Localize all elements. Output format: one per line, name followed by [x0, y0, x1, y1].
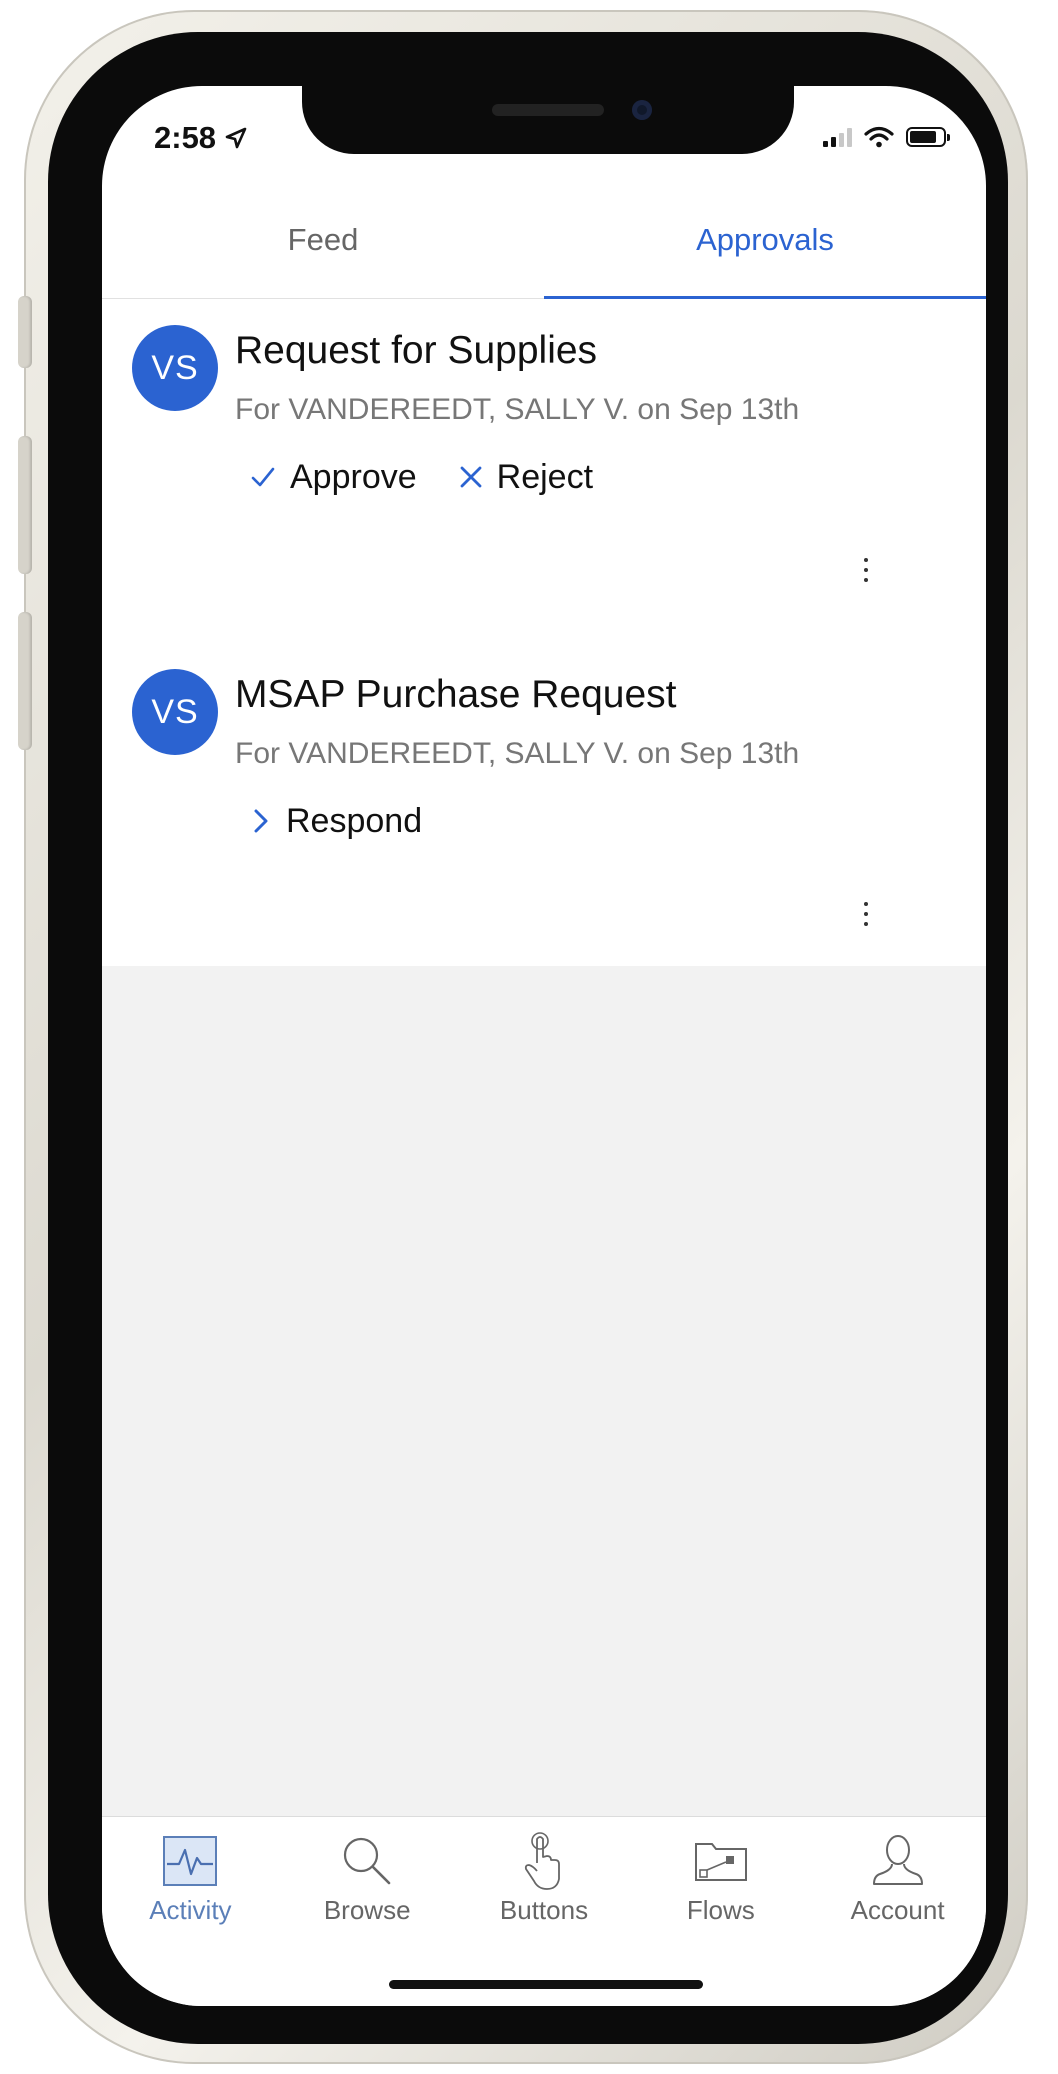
notch — [302, 86, 794, 154]
status-icons — [823, 126, 950, 148]
more-options-icon[interactable] — [846, 889, 886, 939]
nav-buttons[interactable]: Buttons — [456, 1829, 633, 1939]
request-subtitle: For VANDEREEDT, SALLY V. on Sep 13th — [235, 393, 800, 426]
approve-label: Approve — [290, 457, 417, 496]
volume-up-button — [18, 436, 32, 574]
request-title: MSAP Purchase Request — [235, 673, 677, 716]
status-time: 2:58 — [154, 120, 248, 156]
respond-button[interactable]: Respond — [250, 802, 422, 841]
cellular-signal-icon — [823, 127, 852, 147]
reject-button[interactable]: Reject — [459, 458, 593, 497]
request-actions: Respond — [250, 793, 464, 849]
nav-label: Browse — [323, 1895, 411, 1925]
request-title: Request for Supplies — [235, 329, 598, 372]
nav-account[interactable]: Account — [809, 1829, 986, 1939]
approve-button[interactable]: Approve — [250, 458, 417, 497]
location-arrow-icon — [225, 127, 247, 149]
approval-card-request-for-supplies[interactable]: VS Request for Supplies For VANDEREEDT, … — [102, 299, 986, 644]
front-camera — [632, 100, 652, 120]
nav-browse[interactable]: Browse — [279, 1829, 456, 1939]
device-mockup: 2:58 Feed Approvals VS Request for Suppl… — [0, 0, 1058, 2074]
battery-icon — [906, 127, 950, 147]
more-options-icon[interactable] — [846, 545, 886, 595]
bottom-navigation: Activity Browse Buttons Flows Account — [102, 1816, 986, 2006]
mute-switch — [18, 296, 32, 368]
chevron-right-icon — [254, 809, 268, 833]
nav-flows[interactable]: Flows — [632, 1829, 809, 1939]
home-indicator — [389, 1980, 703, 1989]
tab-feed[interactable]: Feed — [102, 188, 544, 298]
close-icon — [460, 466, 482, 488]
tab-bar: Feed Approvals — [102, 188, 986, 299]
activity-icon — [163, 1836, 218, 1886]
check-icon — [251, 467, 275, 487]
avatar: VS — [132, 325, 218, 411]
nav-label: Flows — [686, 1895, 755, 1925]
respond-label: Respond — [286, 801, 423, 840]
earpiece-speaker — [492, 104, 604, 116]
avatar: VS — [132, 669, 218, 755]
request-subtitle: For VANDEREEDT, SALLY V. on Sep 13th — [235, 737, 800, 770]
nav-label: Activity — [149, 1895, 232, 1925]
tab-approvals[interactable]: Approvals — [544, 188, 986, 299]
search-icon — [344, 1837, 391, 1885]
nav-label: Account — [850, 1895, 945, 1925]
nav-activity[interactable]: Activity — [102, 1829, 279, 1939]
reject-label: Reject — [496, 457, 594, 496]
request-actions: Approve Reject — [250, 449, 635, 505]
status-time-text: 2:58 — [154, 120, 217, 155]
approval-card-msap-purchase-request[interactable]: VS MSAP Purchase Request For VANDEREEDT,… — [102, 643, 986, 988]
account-icon — [872, 1835, 923, 1885]
nav-label: Buttons — [499, 1895, 589, 1925]
phone-screen: 2:58 Feed Approvals VS Request for Suppl… — [102, 86, 986, 2006]
tap-icon — [524, 1832, 560, 1890]
empty-list-area — [102, 966, 986, 1816]
wifi-icon — [864, 126, 894, 148]
flows-folder-icon — [694, 1843, 747, 1881]
volume-down-button — [18, 612, 32, 750]
